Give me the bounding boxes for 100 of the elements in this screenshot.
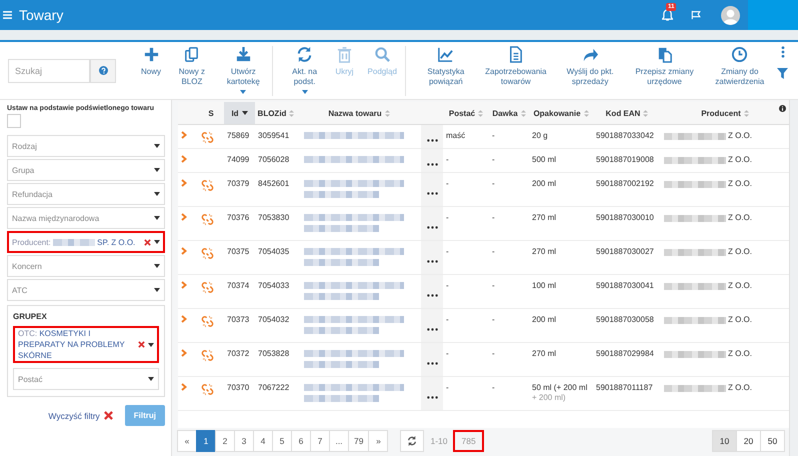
page-button[interactable]: 4 <box>253 430 273 452</box>
column-header[interactable]: BLOZid <box>255 102 297 124</box>
toolbar-button[interactable]: Nowy z BLOZ <box>171 46 213 86</box>
search-field[interactable]: Szukaj <box>8 58 90 82</box>
expand-icon[interactable] <box>181 179 187 187</box>
page-button[interactable]: 5 <box>272 430 292 452</box>
table-cell: Z O.O. <box>728 179 752 189</box>
table-cell-text: 7054032 <box>258 315 290 325</box>
scrollbar[interactable] <box>789 100 798 456</box>
column-header[interactable]: Postać <box>443 102 489 124</box>
checkbox[interactable] <box>7 114 21 128</box>
expand-icon[interactable] <box>181 383 187 391</box>
refresh-button[interactable] <box>400 430 424 452</box>
toolbar-button[interactable]: Akt. na podst. <box>284 46 326 94</box>
blurred-text <box>664 214 726 222</box>
help-button[interactable] <box>90 58 116 82</box>
page-button[interactable]: 79 <box>348 430 370 452</box>
column-header[interactable]: Opakowanie <box>529 102 593 124</box>
table-cell: Z O.O. <box>728 281 752 291</box>
more-icon[interactable] <box>426 162 438 166</box>
blurred-text <box>664 132 726 140</box>
page-button[interactable]: ... <box>329 430 349 452</box>
column-header[interactable]: Id <box>224 102 255 124</box>
broken-link-icon <box>201 213 214 226</box>
toolbar-button[interactable]: Statystyka powiązań <box>416 46 475 86</box>
clear-icon[interactable] <box>138 341 145 348</box>
toolbar-button[interactable]: Zmiany do zatwierdzenia <box>705 46 774 86</box>
filter-icon[interactable] <box>777 68 788 78</box>
more-icon[interactable] <box>426 226 438 228</box>
expand-icon[interactable] <box>181 131 187 139</box>
select-field[interactable]: Rodzaj <box>7 135 165 157</box>
tool-icon <box>507 46 524 62</box>
table-cell-text: - <box>446 247 450 257</box>
select-field[interactable]: Postać <box>13 368 159 390</box>
flag-icon[interactable] <box>691 10 701 20</box>
table-cell-text: 270 ml <box>532 247 558 257</box>
expand-icon[interactable] <box>181 281 187 289</box>
clear-icon[interactable] <box>144 238 151 246</box>
more-icon[interactable] <box>426 138 438 142</box>
toolbar-button[interactable]: Wyślij do pkt. sprzedaży <box>556 46 624 86</box>
more-icon[interactable] <box>426 192 438 194</box>
more-icon[interactable] <box>426 328 438 330</box>
page-button[interactable]: » <box>368 430 388 452</box>
table-cell-text: 5901887033042 <box>596 131 655 141</box>
select-field[interactable]: OTC: KOSMETYKI I PREPARATY NA PROBLEMY SKÓRNE <box>13 326 159 363</box>
page-button[interactable]: 6 <box>291 430 311 452</box>
table-cell-text: 270 ml <box>532 213 558 223</box>
column-header[interactable]: Nazwa towaru <box>297 102 421 124</box>
select-field[interactable]: Koncern <box>7 255 165 277</box>
select-field[interactable]: Producent: SP. Z O.O. <box>7 231 165 253</box>
bell-icon[interactable] <box>662 9 673 21</box>
sort-icon <box>643 110 648 116</box>
dropdown-icon <box>154 168 160 172</box>
menu-icon[interactable] <box>3 11 12 19</box>
select-field[interactable]: Nazwa międzynarodowa <box>7 207 165 229</box>
page-button[interactable]: « <box>177 430 197 452</box>
table-cell-text: 70376 <box>227 213 250 223</box>
blurred-text <box>664 350 726 358</box>
expand-icon[interactable] <box>181 247 187 255</box>
table-cell-text: - <box>492 349 496 359</box>
table-cell: Z O.O. <box>728 247 752 257</box>
column-header[interactable]: Producent <box>661 102 789 124</box>
select-field[interactable]: Refundacja <box>7 183 165 205</box>
column-header[interactable]: Kod EAN <box>593 102 661 124</box>
page-size-button[interactable]: 10 <box>712 430 737 452</box>
column-header[interactable]: S <box>198 102 224 124</box>
expand-icon[interactable] <box>181 213 187 221</box>
toolbar-button[interactable]: Przepisz zmiany urzędowe <box>629 46 700 86</box>
expand-icon[interactable] <box>181 349 187 357</box>
toolbar-button[interactable]: Utwórz kartotekę <box>218 46 273 96</box>
page-button[interactable]: 3 <box>234 430 254 452</box>
expand-icon[interactable] <box>181 315 187 323</box>
info-icon[interactable] <box>779 105 786 112</box>
more-icon[interactable] <box>426 396 438 398</box>
dropdown-icon <box>154 264 160 268</box>
table-cell-text: - <box>492 179 496 189</box>
page-button[interactable]: 1 <box>196 430 216 452</box>
avatar-icon[interactable] <box>721 6 740 24</box>
expand-icon[interactable] <box>181 155 187 163</box>
tool-icon <box>731 46 748 62</box>
table-cell-text: 270 ml <box>532 349 558 359</box>
more-icon[interactable] <box>426 294 438 296</box>
column-header[interactable]: Dawka <box>489 102 529 124</box>
table-cell-text: 5901887002192 <box>596 179 655 189</box>
table-cell-text: - <box>446 383 450 393</box>
clear-icon[interactable] <box>104 411 113 420</box>
page-size-button[interactable]: 50 <box>760 430 785 452</box>
clear-filters-link[interactable]: Wyczyść filtry <box>48 410 100 420</box>
more-icon[interactable] <box>426 260 438 262</box>
toolbar-button[interactable]: Nowy <box>137 46 166 76</box>
select-field[interactable]: ATC <box>7 279 165 301</box>
more-icon[interactable] <box>426 362 438 364</box>
table-cell-text: - <box>492 383 496 393</box>
table-cell-text: - <box>446 155 450 165</box>
select-field[interactable]: Grupa <box>7 159 165 181</box>
page-button[interactable]: 2 <box>215 430 235 452</box>
page-button[interactable]: 7 <box>310 430 330 452</box>
table-cell-text: - <box>492 213 496 223</box>
toolbar-button[interactable]: Zapotrzebowania towarów <box>480 46 551 86</box>
page-size-button[interactable]: 20 <box>736 430 761 452</box>
